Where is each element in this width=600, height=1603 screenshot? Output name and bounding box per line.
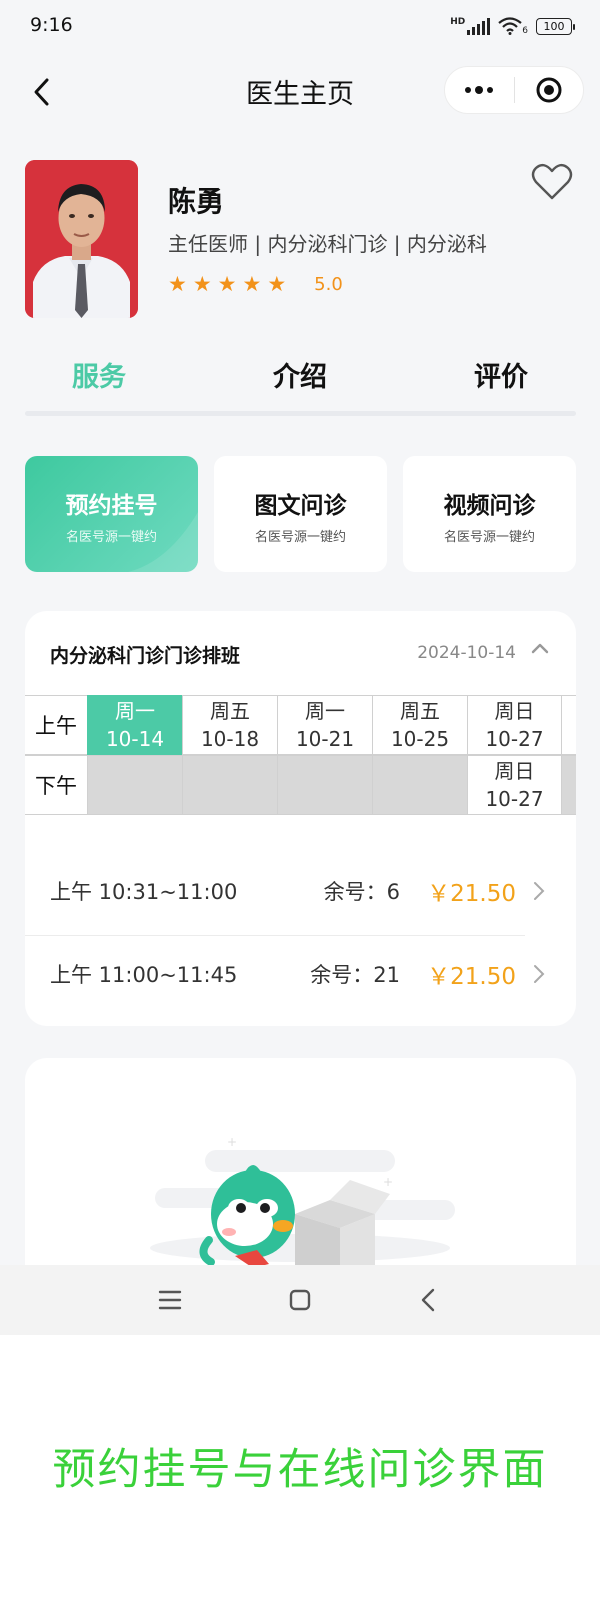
slot-remaining: 余号：21 xyxy=(310,963,400,987)
cell-day: 周五 xyxy=(210,699,250,723)
tab-reviews[interactable]: 评价 xyxy=(474,355,528,394)
row-label-morning: 上午 xyxy=(25,695,87,755)
mini-program-capsule xyxy=(444,66,584,114)
caption-text: 预约挂号与在线问诊界面 xyxy=(52,1445,548,1495)
schedule-cell-empty xyxy=(182,755,277,815)
hd-badge: HD xyxy=(450,17,466,27)
cell-day: 周一 xyxy=(115,699,155,723)
schedule-cell-empty xyxy=(372,755,467,815)
cell-day: 周一 xyxy=(305,699,345,723)
status-bar: 9:16 HD 6 100 xyxy=(0,0,600,52)
service-subtitle: 名医号源一键约 xyxy=(443,530,535,545)
target-icon xyxy=(536,77,562,103)
chevron-up-icon xyxy=(531,643,549,654)
service-subtitle: 名医号源一键约 xyxy=(254,530,346,545)
schedule-cell[interactable]: 周日 10-27 xyxy=(467,695,562,755)
cell-date: 10-14 xyxy=(105,727,165,751)
star-icon: ★ xyxy=(267,272,287,296)
star-icon: ★ xyxy=(217,272,237,296)
cell-date: 10-18 xyxy=(200,727,260,751)
schedule-cell[interactable]: 周五 10-18 xyxy=(182,695,277,755)
cell-date: 10-27 xyxy=(485,787,544,811)
favorite-button[interactable] xyxy=(531,162,577,208)
empty-state-card: + + xyxy=(25,1058,576,1278)
navigation-bar: 医生主页 xyxy=(0,60,600,124)
more-button[interactable] xyxy=(445,66,514,114)
schedule-cell[interactable]: 周日 10-27 xyxy=(467,755,562,815)
svg-text:+: + xyxy=(227,1135,237,1149)
recent-apps-button[interactable] xyxy=(152,1282,188,1318)
status-icons: HD 6 100 xyxy=(450,16,575,36)
doctor-avatar xyxy=(25,160,138,318)
collapse-button[interactable] xyxy=(528,637,552,661)
mascot-illustration: + + xyxy=(150,1135,455,1278)
tab-underline xyxy=(25,411,576,416)
star-icon: ★ xyxy=(192,272,212,296)
schedule-date: 2024-10-14 xyxy=(417,643,516,663)
schedule-cell-empty xyxy=(87,755,182,815)
signal-icon xyxy=(467,17,491,35)
battery-level: 100 xyxy=(543,19,565,33)
wifi-icon xyxy=(498,17,522,35)
schedule-cell-overflow xyxy=(562,755,576,815)
heart-icon xyxy=(531,163,573,200)
chevron-right-icon xyxy=(534,882,545,900)
cell-date: 10-27 xyxy=(485,727,544,751)
system-navigation-bar xyxy=(0,1265,600,1335)
service-text-consult-card[interactable]: 图文问诊 名医号源一键约 xyxy=(214,456,387,572)
cell-date: 10-25 xyxy=(390,727,450,751)
schedule-cell[interactable]: 周一 10-14 xyxy=(87,695,182,755)
schedule-cell-empty xyxy=(277,755,372,815)
schedule-grid: 上午 下午 周一 10-14 周五 10-18 周一 10-21 周五 10-2… xyxy=(25,695,576,815)
status-time: 9:16 xyxy=(30,14,73,36)
app-screen: 9:16 HD 6 100 医生主页 陈勇 主任医师 | 内分泌科门诊 | 内分… xyxy=(0,0,600,1335)
schedule-card: 内分泌科门诊门诊排班 2024-10-14 上午 下午 周一 10-14 周五 … xyxy=(25,611,576,1026)
slot-time: 上午 10:31~11:00 xyxy=(50,880,238,904)
slot-divider xyxy=(25,935,525,936)
schedule-cell[interactable]: 周五 10-25 xyxy=(372,695,467,755)
cell-day: 周日 xyxy=(494,759,535,783)
chevron-right-icon xyxy=(534,965,545,983)
chevron-left-icon xyxy=(421,1288,435,1312)
close-mini-program-button[interactable] xyxy=(515,66,584,114)
service-appointment-card[interactable]: 预约挂号 名医号源一键约 xyxy=(25,456,198,572)
svg-text:+: + xyxy=(383,1175,393,1189)
more-dots-icon xyxy=(465,86,494,94)
tab-introduction[interactable]: 介绍 xyxy=(273,355,327,394)
home-button[interactable] xyxy=(282,1282,318,1318)
doctor-rating: ★ ★ ★ ★ ★ 5.0 xyxy=(168,274,343,296)
battery-icon: 100 xyxy=(536,17,575,35)
slot-time: 上午 11:00~11:45 xyxy=(50,963,238,987)
square-icon xyxy=(289,1289,311,1311)
schedule-cell[interactable]: 周一 10-21 xyxy=(277,695,372,755)
row-label-afternoon: 下午 xyxy=(25,755,87,815)
schedule-cell-overflow xyxy=(562,695,576,755)
service-title: 图文问诊 xyxy=(254,493,347,519)
service-title: 视频问诊 xyxy=(443,493,536,519)
rating-value: 5.0 xyxy=(314,274,343,295)
time-slot-row[interactable]: 上午 10:31~11:00 余号：6 ￥21.50 xyxy=(50,848,550,932)
cell-day: 周日 xyxy=(494,699,535,723)
star-icon: ★ xyxy=(242,272,262,296)
service-video-consult-card[interactable]: 视频问诊 名医号源一键约 xyxy=(403,456,576,572)
tab-service[interactable]: 服务 xyxy=(72,355,126,394)
doctor-title-line: 主任医师 | 内分泌科门诊 | 内分泌科 xyxy=(168,232,487,256)
doctor-tabs: 服务 介绍 评价 xyxy=(25,355,576,415)
slot-remaining: 余号：6 xyxy=(323,880,400,904)
rating-stars: ★ ★ ★ ★ ★ xyxy=(168,274,286,295)
slot-price: ￥21.50 xyxy=(427,964,516,990)
system-back-button[interactable] xyxy=(411,1282,447,1318)
time-slot-row[interactable]: 上午 11:00~11:45 余号：21 ￥21.50 xyxy=(50,931,550,1015)
star-icon: ★ xyxy=(168,272,187,296)
menu-icon xyxy=(158,1290,182,1310)
slot-price: ￥21.50 xyxy=(427,881,516,907)
wifi-badge: 6 xyxy=(522,26,528,36)
doctor-name: 陈勇 xyxy=(168,185,225,218)
cell-date: 10-21 xyxy=(295,727,355,751)
schedule-title: 内分泌科门诊门诊排班 xyxy=(50,645,241,667)
cell-day: 周五 xyxy=(400,699,440,723)
